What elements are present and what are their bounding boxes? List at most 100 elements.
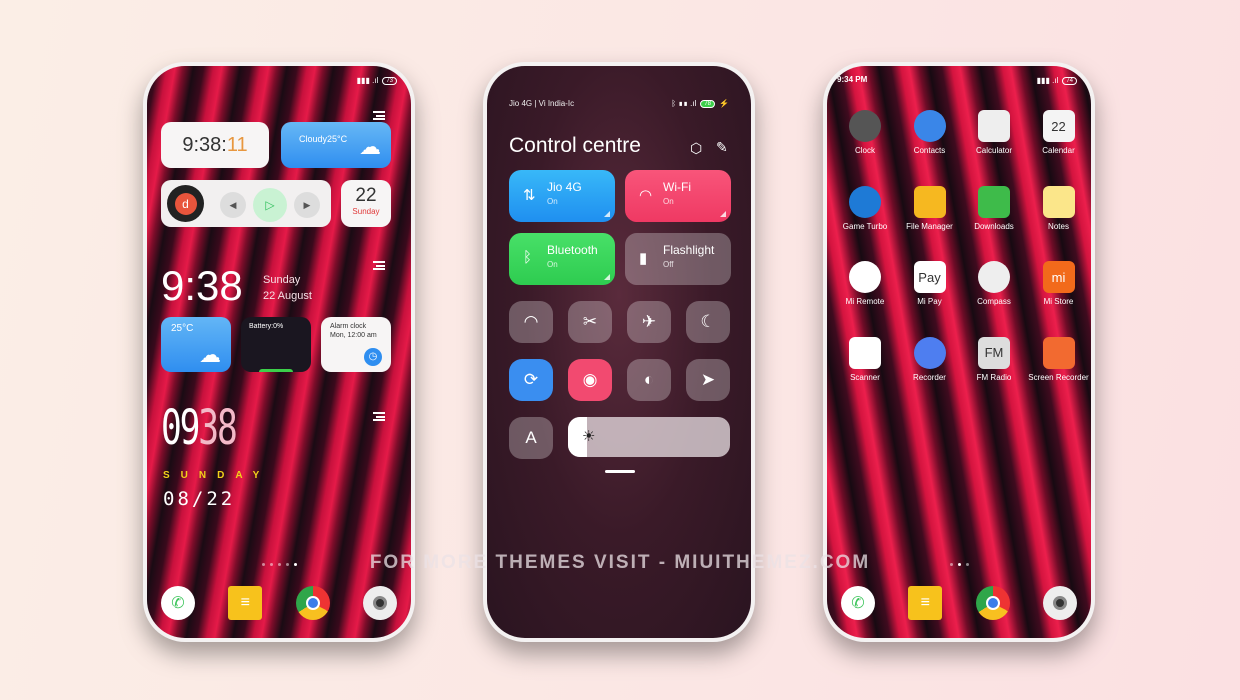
digital-hours: 09 — [161, 400, 200, 456]
app-game-turbo[interactable]: Game Turbo — [833, 185, 897, 231]
screen-recorder-icon — [1042, 336, 1075, 369]
chrome-app-icon[interactable] — [975, 586, 1010, 620]
big-clock-date: 22 August — [263, 290, 312, 302]
tile-state: On — [547, 197, 558, 206]
flashlight-icon: ▮ — [639, 250, 648, 267]
play-button[interactable]: ▷ — [253, 188, 287, 222]
app-clock[interactable]: Clock — [833, 110, 897, 155]
game-turbo-icon — [849, 185, 881, 218]
data-arrows-icon: ⇅ — [523, 187, 536, 204]
dnd-toggle[interactable]: ☾ — [686, 301, 730, 343]
tile-wifi[interactable]: ◠ Wi-Fi On — [625, 170, 731, 222]
app-mi-store[interactable]: mi Mi Store — [1027, 261, 1091, 306]
weather-widget[interactable]: Cloudy25°C ☁ — [281, 122, 391, 168]
app-label: FM Radio — [976, 372, 1012, 382]
dock: ✆ ≡ — [161, 586, 397, 620]
app-label: Notes — [1048, 221, 1069, 231]
camera-app-icon[interactable] — [362, 586, 397, 620]
app-fm-radio[interactable]: FM FM Radio — [962, 336, 1026, 382]
weather-text: Cloudy25°C — [299, 134, 348, 144]
phone-app-icon[interactable]: ✆ — [841, 586, 875, 620]
battery-indicator: 78 — [700, 99, 716, 108]
brightness-slider[interactable]: ☀ — [568, 417, 730, 457]
settings-icon[interactable]: ⬡ — [690, 140, 702, 157]
app-compass[interactable]: Compass — [962, 261, 1026, 306]
app-label: Contacts — [913, 146, 946, 155]
tile-bluetooth[interactable]: ᛒ Bluetooth On — [509, 233, 615, 285]
auto-brightness-button[interactable]: A — [509, 417, 553, 459]
big-clock-weekday: Sunday — [263, 274, 301, 286]
app-contacts[interactable]: Contacts — [898, 110, 962, 155]
watermark: FOR MORE THEMES VISIT - MIUITHEMEZ.COM — [369, 552, 871, 573]
bluetooth-signal-icon: ᛒ ▮▮ .ıl — [671, 99, 697, 108]
calculator-icon — [978, 110, 1010, 142]
battery-label: Battery:0% — [249, 323, 284, 330]
screenshot-toggle[interactable]: ✂ — [568, 301, 612, 343]
prev-button[interactable]: ◀ — [220, 192, 246, 218]
calendar-icon: 22 — [1042, 110, 1075, 142]
digital-clock: 0938 — [161, 400, 238, 456]
app-calendar[interactable]: 22 Calendar — [1027, 110, 1091, 155]
app-label: Mi Store — [1043, 297, 1074, 306]
app-scanner[interactable]: Scanner — [833, 336, 897, 382]
widget-menu-icon[interactable] — [373, 412, 385, 421]
date-day: 22 — [355, 185, 377, 206]
music-disc-icon: d — [167, 185, 204, 222]
dock: ✆ ≡ — [841, 586, 1077, 620]
mi-store-icon: mi — [1042, 261, 1075, 293]
app-screen-recorder[interactable]: Screen Recorder — [1027, 336, 1091, 382]
wifi-icon: ◠ — [639, 187, 653, 204]
recorder-icon — [913, 336, 946, 369]
date-widget[interactable]: 22 Sunday — [341, 180, 391, 227]
app-file-manager[interactable]: File Manager — [898, 185, 962, 231]
app-mi-remote[interactable]: Mi Remote — [833, 261, 897, 306]
page-title: Control centre — [509, 134, 641, 157]
app-label: Calendar — [1042, 146, 1075, 155]
hotspot-toggle[interactable]: ◠ — [509, 301, 553, 343]
clock-widget[interactable]: 9:38: 11 — [161, 122, 269, 168]
edit-icon[interactable]: ✎ — [716, 139, 728, 156]
widget-menu-icon[interactable] — [373, 111, 385, 120]
app-notes[interactable]: Notes — [1027, 185, 1091, 231]
airplane-icon: ✈ — [641, 312, 657, 331]
messages-app-icon[interactable]: ≡ — [908, 586, 943, 620]
app-label: Game Turbo — [842, 221, 888, 231]
wifi-hotspot-icon: ◠ — [523, 312, 539, 331]
dark-mode-toggle[interactable]: ◐ — [627, 359, 671, 401]
tile-mobile-data[interactable]: ⇅ Jio 4G On — [509, 170, 615, 222]
file-manager-icon — [913, 185, 946, 218]
airplane-toggle[interactable]: ✈ — [627, 301, 671, 343]
signal-icon: ▮▮▮ .ıl — [1036, 76, 1059, 85]
tile-label: Jio 4G — [547, 180, 582, 194]
digital-weekday: SUNDAY — [163, 470, 271, 481]
widget-menu-icon[interactable] — [373, 261, 385, 270]
chrome-app-icon[interactable] — [295, 586, 330, 620]
charging-icon: ⚡ — [719, 99, 729, 108]
battery-widget[interactable]: Battery:0% — [241, 317, 311, 372]
reading-mode-toggle[interactable]: ◉ — [568, 359, 612, 401]
messages-app-icon[interactable]: ≡ — [228, 586, 263, 620]
rotation-lock-toggle[interactable]: ⟳ — [509, 359, 553, 401]
app-label: Compass — [977, 297, 1011, 306]
music-widget[interactable]: d ◀ ▷ ▶ — [161, 180, 331, 227]
tile-state: On — [547, 260, 558, 269]
scanner-icon — [849, 336, 881, 369]
tile-label: Flashlight — [663, 243, 715, 257]
phone-app-icon[interactable]: ✆ — [161, 586, 195, 620]
app-label: File Manager — [906, 221, 953, 231]
app-label: Mi Pay — [917, 297, 942, 306]
next-button[interactable]: ▶ — [294, 192, 320, 218]
location-toggle[interactable]: ➤ — [686, 359, 730, 401]
small-weather-widget[interactable]: 25°C ☁ — [161, 317, 231, 372]
app-calculator[interactable]: Calculator — [962, 110, 1026, 155]
app-mi-pay[interactable]: Pay Mi Pay — [898, 261, 962, 306]
location-icon: ➤ — [700, 370, 716, 389]
app-recorder[interactable]: Recorder — [898, 336, 962, 382]
handle-bar[interactable] — [605, 470, 635, 473]
tile-flashlight[interactable]: ▮ Flashlight Off — [625, 233, 731, 285]
tile-state: Off — [663, 260, 674, 269]
alarm-widget[interactable]: Alarm clock Mon, 12:00 am ◷ — [321, 317, 391, 372]
digital-minutes: 38 — [198, 400, 237, 456]
camera-app-icon[interactable] — [1042, 586, 1077, 620]
app-downloads[interactable]: Downloads — [962, 185, 1026, 231]
